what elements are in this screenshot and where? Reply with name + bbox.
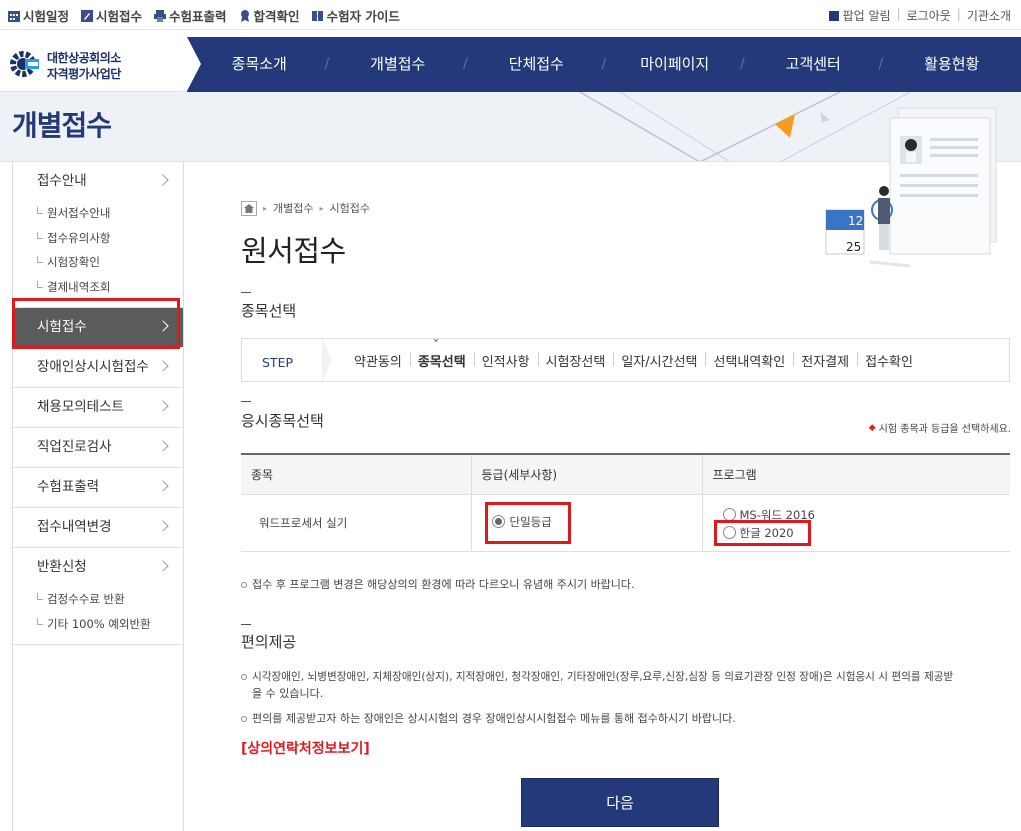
sidebar-sub-item[interactable]: 원서접수안내 <box>37 201 183 226</box>
util-schedule-link[interactable]: 시험일정 <box>8 6 69 25</box>
logo-line2: 자격평가사업단 <box>47 67 121 81</box>
chevron-right-icon <box>157 440 169 452</box>
highlight-box-grade <box>485 502 571 544</box>
chevron-right-icon <box>157 174 169 186</box>
pen-square-icon <box>81 9 94 22</box>
about-link[interactable]: 기관소개 <box>967 7 1011 24</box>
calendar-grid-icon <box>8 10 20 22</box>
next-button[interactable]: 다음 <box>521 778 719 827</box>
printer-icon <box>154 9 167 22</box>
contact-info-link[interactable]: [상의연락처정보보기] <box>241 738 370 758</box>
step-label: STEP <box>262 354 294 370</box>
section-title-accommodation: 편의제공 <box>241 633 297 651</box>
step-item: 일자/시간선택 <box>613 351 705 370</box>
kcci-gear-logo-icon <box>10 51 39 77</box>
nav-item-mypage[interactable]: 마이페이지 <box>602 37 745 92</box>
banner-title: 개별접수 <box>12 109 112 142</box>
util-guide-link[interactable]: 수험자 가이드 <box>311 6 400 25</box>
svg-text:25: 25 <box>846 240 861 254</box>
home-icon[interactable] <box>241 200 257 216</box>
nav-item-support[interactable]: 고객센터 <box>740 37 883 92</box>
sidebar-sub-item[interactable]: 검정수수료 반환 <box>37 587 183 612</box>
accommodation-note-cont: 을 수 있습니다. <box>252 687 324 700</box>
popup-alert-link[interactable]: 팝업 알림 <box>828 7 891 24</box>
nav-item-individual[interactable]: 개별접수 <box>325 37 468 92</box>
sidebar-item-change[interactable]: 접수내역변경 <box>13 508 183 547</box>
nav-item-group[interactable]: 단체접수 <box>463 37 606 92</box>
breadcrumb-item: 시험접수 <box>329 202 370 215</box>
nav-item-usage[interactable]: 활용현황 <box>879 37 1021 92</box>
nav-item-intro[interactable]: 종목소개 <box>190 37 329 92</box>
chevron-right-icon <box>157 480 169 492</box>
select-note: ◆ 시험 종목과 등급을 선택하세요. <box>868 422 1011 436</box>
util-result-link[interactable]: 합격확인 <box>239 6 300 25</box>
sidebar-item-print-ticket[interactable]: 수험표출력 <box>13 468 183 507</box>
highlight-box-program <box>714 520 811 546</box>
site-logo[interactable]: 대한상공회의소 자격평가사업단 <box>0 37 201 92</box>
sidebar-item-refund[interactable]: 반환신청 <box>13 548 183 587</box>
section-title-exam-select: 응시종목선택 <box>241 412 324 430</box>
sidebar-sub-item[interactable]: 기타 100% 예외반환 <box>37 612 183 637</box>
accommodation-note: 시각장애인, 뇌병변장애인, 지체장애인(상지), 지적장애인, 청각장애인, … <box>241 669 1017 685</box>
sidebar-sub-item[interactable]: 결제내역조회 <box>37 275 183 300</box>
chevron-right-icon: ▸ <box>319 203 324 213</box>
chevron-right-icon <box>157 520 169 532</box>
medal-icon <box>240 9 249 22</box>
sidebar-sub-item[interactable]: 시험장확인 <box>37 250 183 275</box>
step-item: 선택내역확인 <box>705 351 793 370</box>
logo-line1: 대한상공회의소 <box>47 51 121 65</box>
util-print-link[interactable]: 수험표출력 <box>154 6 227 25</box>
step-indicator: STEP 약관동의 종목선택 인적사항 시험장선택 일자/시간선택 선택내역확인… <box>241 338 1010 382</box>
page-title: 원서접수 <box>241 234 346 268</box>
program-change-note: 접수 후 프로그램 변경은 해당상의의 환경에 따라 다르오니 유념해 주시기 … <box>241 578 635 591</box>
book-icon <box>311 10 323 21</box>
sidebar-item-guide[interactable]: 접수안내 <box>13 162 183 201</box>
breadcrumb-item[interactable]: 개별접수 <box>273 200 313 216</box>
subject-cell: 워드프로세서 실기 <box>241 494 471 552</box>
sidebar: 접수안내 원서접수안내 접수유의사항 시험장확인 결제내역조회 시험접수 장애인… <box>12 162 184 831</box>
highlight-box-sidebar <box>12 298 180 349</box>
sidebar-sub-item[interactable]: 접수유의사항 <box>37 226 183 251</box>
step-item: 접수확인 <box>857 351 921 370</box>
step-item: 인적사항 <box>473 351 538 370</box>
svg-text:12: 12 <box>848 214 863 228</box>
accommodation-note: 편의를 제공받고자 하는 장애인은 상시시험의 경우 장애인상시시험접수 메뉴를… <box>241 712 736 725</box>
exam-selection-table: 종목 등급(세부사항) 프로그램 워드프로세서 실기 단일등급 MS-워드 20… <box>241 453 1010 552</box>
sidebar-item-career-test[interactable]: 직업진로검사 <box>13 428 183 467</box>
diamond-bullet-icon: ◆ <box>868 422 876 433</box>
sidebar-item-mock-test[interactable]: 채용모의테스트 <box>13 388 183 427</box>
chevron-right-icon <box>157 360 169 372</box>
chevron-right-icon <box>157 400 169 412</box>
logout-link[interactable]: 로그아웃 <box>907 7 951 24</box>
window-icon <box>828 10 839 21</box>
step-item-current: 종목선택 <box>409 338 474 370</box>
step-item: 시험장선택 <box>537 351 614 370</box>
table-header: 등급(세부사항) <box>470 454 702 495</box>
table-row: 워드프로세서 실기 단일등급 MS-워드 2016 한글 2020 <box>241 494 1010 552</box>
table-header: 프로그램 <box>701 454 1010 495</box>
application-illustration: 12 25 <box>825 107 997 268</box>
step-item: 전자결제 <box>793 351 857 370</box>
chevron-right-icon: ▸ <box>263 203 268 213</box>
breadcrumb: ▸ 개별접수 ▸ 시험접수 <box>241 200 370 216</box>
util-apply-link[interactable]: 시험접수 <box>81 6 142 25</box>
sidebar-item-disabled-exam[interactable]: 장애인상시시험접수 <box>13 348 183 387</box>
section-title-subject: 종목선택 <box>241 302 297 320</box>
utility-bar: 시험일정 시험접수 수험표출력 합격확인 수험자 가이드 팝업 알림 | 로그아… <box>0 0 1021 30</box>
sidebar-group-guide: 접수안내 원서접수안내 접수유의사항 시험장확인 결제내역조회 <box>13 162 183 308</box>
chevron-right-icon <box>157 560 169 572</box>
step-item: 약관동의 <box>354 354 402 370</box>
table-header: 종목 <box>241 454 471 495</box>
